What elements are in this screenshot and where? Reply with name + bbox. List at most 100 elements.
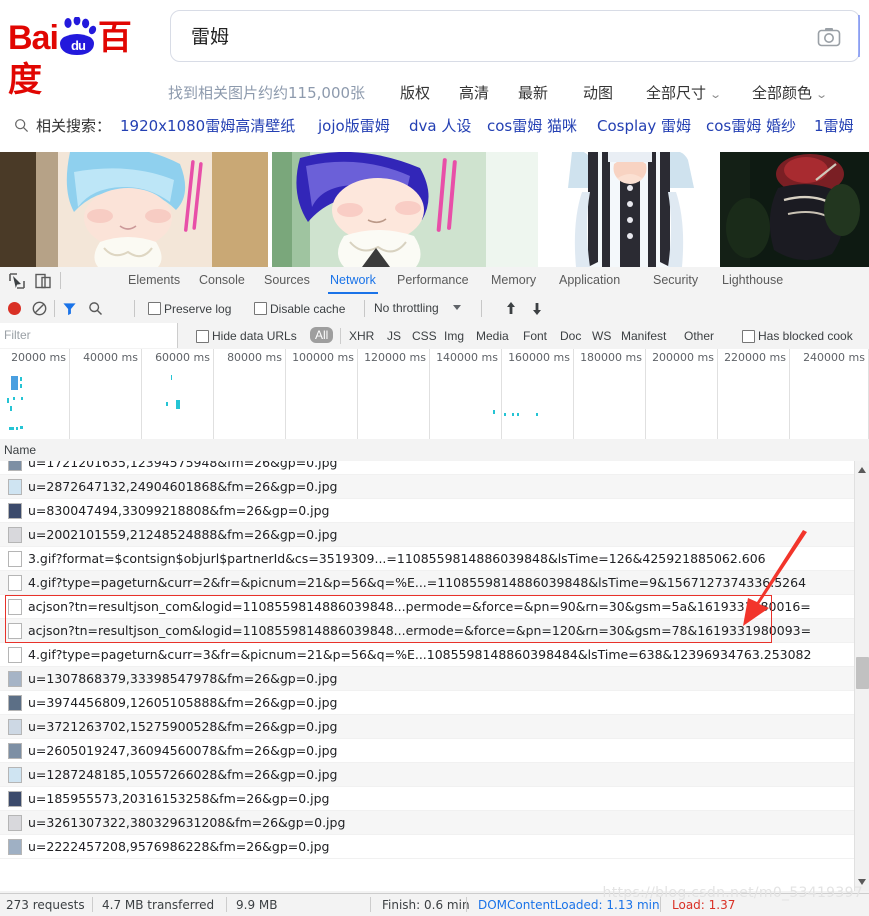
related-link-4[interactable]: cos雷姆 猫咪 [487, 115, 577, 136]
has-blocked-cookies-label[interactable]: Has blocked cook [758, 329, 853, 343]
table-row[interactable]: acjson?tn=resultjson_com&logid=110855981… [0, 619, 854, 643]
camera-icon[interactable] [817, 25, 841, 49]
image-icon [8, 743, 22, 759]
filter-animated[interactable]: 动图 [583, 82, 613, 103]
filter-hd[interactable]: 高清 [459, 82, 489, 103]
request-name: u=1721201635,12394575948&fm=26&gp=0.jpg [28, 461, 338, 470]
network-overview-timeline[interactable]: 20000 ms 40000 ms 60000 ms 80000 ms 1000… [0, 349, 869, 440]
table-row[interactable]: acjson?tn=resultjson_com&logid=110855981… [0, 595, 854, 619]
thumbnail-rem-3[interactable] [542, 152, 716, 267]
device-toolbar-icon[interactable] [34, 272, 52, 290]
table-row[interactable]: u=2002101559,21248524888&fm=26&gp=0.jpg [0, 523, 854, 547]
filter-icon[interactable] [62, 301, 77, 316]
hide-data-urls-checkbox[interactable] [196, 330, 209, 343]
disable-cache-label[interactable]: Disable cache [270, 303, 345, 316]
has-blocked-cookies-checkbox[interactable] [742, 330, 755, 343]
scroll-down-arrow-icon[interactable] [858, 879, 866, 885]
tab-performance[interactable]: Performance [389, 267, 477, 294]
table-row[interactable]: u=1287248185,10557266028&fm=26&gp=0.jpg [0, 763, 854, 787]
filter-newest[interactable]: 最新 [518, 82, 548, 103]
table-row[interactable]: u=3721263702,15275900528&fm=26&gp=0.jpg [0, 715, 854, 739]
request-name: u=2872647132,24904601868&fm=26&gp=0.jpg [28, 479, 338, 494]
preserve-log-checkbox[interactable] [148, 302, 161, 315]
search-input[interactable]: 雷姆 [191, 11, 229, 63]
table-row[interactable]: u=3261307322,380329631208&fm=26&gp=0.jpg [0, 811, 854, 835]
scrollbar-thumb[interactable] [856, 657, 869, 689]
download-icon[interactable] [530, 301, 544, 316]
inspect-element-icon[interactable] [8, 272, 26, 290]
overview-bar [20, 384, 22, 388]
related-link-2[interactable]: jojo版雷姆 [318, 115, 390, 136]
table-row[interactable]: 3.gif?format=$contsign$objurl$partnerId&… [0, 547, 854, 571]
search-icon[interactable] [88, 301, 103, 316]
table-row[interactable]: u=1307868379,33398547978&fm=26&gp=0.jpg [0, 667, 854, 691]
baidu-logo[interactable]: Bai du 百度 [8, 17, 160, 99]
filter-type-all[interactable]: All [310, 327, 334, 343]
overview-bar [176, 405, 180, 409]
thumbnail-rem-1[interactable] [0, 152, 268, 267]
status-resources: 9.9 MB [236, 898, 278, 912]
tab-elements[interactable]: Elements [120, 267, 188, 294]
clear-icon[interactable] [32, 301, 47, 316]
upload-icon[interactable] [504, 301, 518, 316]
tab-lighthouse[interactable]: Lighthouse [714, 267, 791, 294]
toolbar-divider [54, 300, 55, 317]
disable-cache-checkbox[interactable] [254, 302, 267, 315]
filter-type-img[interactable]: Img [444, 329, 464, 343]
image-icon [8, 791, 22, 807]
related-link-7[interactable]: 1雷姆 [814, 115, 854, 136]
preserve-log-label[interactable]: Preserve log [164, 303, 231, 316]
filter-type-doc[interactable]: Doc [560, 329, 581, 343]
table-row[interactable]: u=185955573,20316153258&fm=26&gp=0.jpg [0, 787, 854, 811]
requests-vertical-scrollbar[interactable] [854, 461, 869, 891]
filter-type-js[interactable]: JS [387, 329, 401, 343]
search-box[interactable]: 雷姆 [170, 10, 860, 62]
overview-bar [512, 413, 514, 416]
overview-bar [20, 426, 23, 429]
filter-type-media[interactable]: Media [476, 329, 509, 343]
table-row[interactable]: u=2872647132,24904601868&fm=26&gp=0.jpg [0, 475, 854, 499]
filter-type-ws[interactable]: WS [592, 329, 611, 343]
table-row[interactable]: u=830047494,33099218808&fm=26&gp=0.jpg [0, 499, 854, 523]
requests-table-body[interactable]: u=1721201635,12394575948&fm=26&gp=0.jpg u… [0, 461, 854, 891]
filter-type-xhr[interactable]: XHR [349, 329, 374, 343]
filter-all-sizes[interactable]: 全部尺寸 ⌄ [646, 82, 722, 103]
status-divider [92, 897, 93, 912]
filter-type-css[interactable]: CSS [412, 329, 437, 343]
table-row[interactable]: 4.gif?type=pageturn&curr=2&fr=&picnum=21… [0, 571, 854, 595]
filter-copyright[interactable]: 版权 [400, 82, 430, 103]
thumbnail-rem-2[interactable] [272, 152, 538, 267]
scroll-up-arrow-icon[interactable] [858, 467, 866, 473]
overview-tick: 180000 ms [574, 349, 646, 439]
hide-data-urls-label[interactable]: Hide data URLs [212, 329, 297, 343]
filter-type-font[interactable]: Font [523, 329, 547, 343]
image-results-strip [0, 152, 869, 267]
column-header-name[interactable]: Name [4, 443, 36, 457]
filter-all-colors[interactable]: 全部颜色 ⌄ [752, 82, 828, 103]
network-filterbar: Filter Hide data URLs All XHR JS CSS Img… [0, 323, 869, 350]
tab-console[interactable]: Console [191, 267, 253, 294]
tab-security[interactable]: Security [645, 267, 706, 294]
related-link-5[interactable]: Cosplay 雷姆 [597, 115, 691, 136]
throttling-select[interactable]: No throttling [374, 301, 439, 315]
table-row[interactable]: u=2222457208,9576986228&fm=26&gp=0.jpg [0, 835, 854, 859]
filter-type-manifest[interactable]: Manifest [621, 329, 666, 343]
record-icon[interactable] [8, 302, 21, 315]
filter-type-other[interactable]: Other [684, 329, 714, 343]
related-link-3[interactable]: dva 人设 [409, 115, 471, 136]
tab-network[interactable]: Network [322, 267, 384, 294]
thumbnail-rem-4[interactable] [720, 152, 869, 267]
table-row[interactable]: u=1721201635,12394575948&fm=26&gp=0.jpg [0, 461, 854, 475]
filter-input[interactable]: Filter [0, 323, 178, 348]
related-link-1[interactable]: 1920x1080雷姆高清壁纸 [120, 115, 295, 136]
result-meta-row: 找到相关图片约约115,000张 版权 高清 最新 动图 全部尺寸 ⌄ 全部颜色 ⌄ [0, 78, 869, 108]
tab-application[interactable]: Application [551, 267, 628, 294]
tab-memory[interactable]: Memory [483, 267, 544, 294]
tab-sources[interactable]: Sources [256, 267, 318, 294]
chevron-down-icon[interactable] [453, 305, 461, 310]
related-link-6[interactable]: cos雷姆 婚纱 [706, 115, 796, 136]
table-row[interactable]: u=3974456809,12605105888&fm=26&gp=0.jpg [0, 691, 854, 715]
table-row[interactable]: 4.gif?type=pageturn&curr=3&fr=&picnum=21… [0, 643, 854, 667]
table-row[interactable]: u=2605019247,36094560078&fm=26&gp=0.jpg [0, 739, 854, 763]
request-name: u=2605019247,36094560078&fm=26&gp=0.jpg [28, 743, 338, 758]
